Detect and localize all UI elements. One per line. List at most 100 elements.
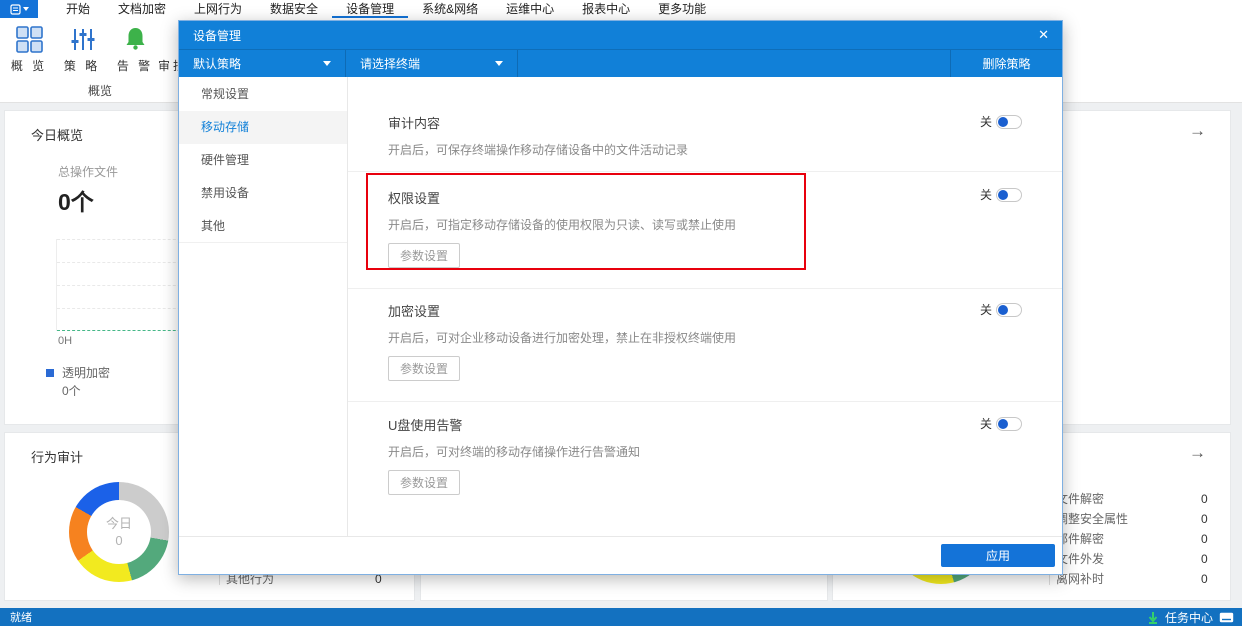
section-description: 开启后，可对终端的移动存储操作进行告警通知 (388, 445, 641, 459)
section-title: 审计内容 (388, 116, 441, 131)
row-value: 0 (1201, 571, 1208, 586)
permission-settings-toggle[interactable] (996, 187, 1022, 202)
sidebar-item-general-settings[interactable]: 常规设置 (179, 78, 347, 111)
task-center-link[interactable]: 任务中心 (1165, 609, 1213, 626)
sidebar-item-hardware-management[interactable]: 硬件管理 (179, 144, 347, 177)
list-item: 邮件解密 0 (1049, 530, 1217, 547)
section-usb-alert: U盘使用告警 开启后，可对终端的移动存储操作进行告警通知 参数设置 关 (348, 402, 1062, 515)
toggle-wrap: 关 (980, 186, 1022, 203)
toggle-state-label: 关 (979, 188, 992, 202)
chevron-down-icon (323, 61, 331, 66)
policy-dropdown[interactable]: 默认策略 (179, 50, 346, 77)
monitor-icon[interactable] (1219, 612, 1234, 623)
section-title: U盘使用告警 (388, 418, 463, 433)
sidebar-item-disabled-devices[interactable]: 禁用设备 (179, 177, 347, 210)
parameter-settings-button[interactable]: 参数设置 (388, 243, 461, 268)
menu-item-ops-center[interactable]: 运维中心 (492, 0, 568, 18)
policy-dropdown-value: 默认策略 (193, 57, 242, 71)
row-label: 文件解密 (1056, 492, 1105, 506)
ribbon-group-label: 概览 (87, 84, 112, 98)
apply-button[interactable]: 应用 (941, 544, 1055, 567)
list-item: 文件外发 0 (1049, 550, 1217, 567)
toggle-wrap: 关 (980, 301, 1022, 318)
menu-item-start[interactable]: 开始 (52, 0, 104, 18)
menu-item-more[interactable]: 更多功能 (644, 0, 720, 18)
tool-overview[interactable]: 概 览 (6, 23, 52, 74)
x-axis-tick: 0H (58, 335, 73, 347)
status-bar: 就绪 任务中心 (0, 608, 1242, 626)
chart-legend: 透明加密 (46, 364, 110, 381)
section-permission-settings: 权限设置 开启后，可指定移动存储设备的使用权限为只读、读写或禁止使用 参数设置 … (348, 172, 1062, 289)
dialog-footer: 应用 (179, 536, 1062, 574)
close-icon[interactable]: ✕ (1038, 27, 1049, 43)
legend-value: 0个 (62, 384, 81, 398)
stat-label: 总操作文件 (58, 165, 119, 179)
card-title: 行为审计 (31, 450, 84, 465)
donut-center-value: 0 (115, 533, 123, 548)
parameter-settings-button[interactable]: 参数设置 (388, 356, 461, 381)
toggle-knob (998, 189, 1008, 200)
toggle-state-label: 关 (979, 115, 992, 129)
usb-alert-toggle[interactable] (996, 416, 1022, 431)
section-description: 开启后，可指定移动存储设备的使用权限为只读、读写或禁止使用 (388, 218, 737, 232)
row-label: 文件外发 (1056, 552, 1105, 566)
dialog-sidebar: 常规设置 移动存储 硬件管理 禁用设备 其他 (179, 77, 348, 538)
app-menu-button[interactable] (0, 0, 38, 18)
device-management-dialog: 设备管理 ✕ 默认策略 请选择终端 删除策略 常规设置 移动存储 硬件管理 禁用… (178, 20, 1063, 575)
toggle-knob (998, 418, 1008, 429)
dialog-title: 设备管理 (193, 28, 242, 43)
arrow-right-icon[interactable]: → (1189, 443, 1206, 463)
menu-item-device-management[interactable]: 设备管理 (332, 0, 408, 18)
donut-center-text: 今日 0 (69, 515, 169, 549)
bell-icon (120, 23, 150, 55)
encryption-settings-toggle[interactable] (996, 302, 1022, 317)
tool-label: 概 览 (10, 59, 48, 73)
tool-label: 策 略 (63, 59, 101, 73)
section-encryption-settings: 加密设置 开启后，可对企业移动设备进行加密处理，禁止在非授权终端使用 参数设置 … (348, 289, 1062, 402)
toggle-knob (998, 116, 1008, 127)
audit-content-toggle[interactable] (996, 114, 1022, 129)
menu-item-system-network[interactable]: 系统&网络 (408, 0, 492, 18)
dialog-content: 审计内容 开启后，可保存终端操作移动存储设备中的文件活动记录 关 权限设置 开启… (348, 77, 1062, 538)
tool-alert[interactable]: 告 警 (112, 23, 158, 74)
list-item: 离网补时 0 (1049, 570, 1217, 587)
terminal-dropdown[interactable]: 请选择终端 (346, 50, 518, 77)
menu-item-doc-encryption[interactable]: 文档加密 (104, 0, 180, 18)
terminal-dropdown-value: 请选择终端 (360, 57, 421, 71)
toggle-knob (998, 304, 1008, 315)
row-label: 调整安全属性 (1056, 512, 1129, 526)
toggle-state-label: 关 (979, 303, 992, 317)
section-description: 开启后，可保存终端操作移动存储设备中的文件活动记录 (388, 143, 689, 157)
toggle-state-label: 关 (979, 417, 992, 431)
sidebar-item-removable-storage[interactable]: 移动存储 (179, 111, 347, 144)
delete-policy-button[interactable]: 删除策略 (950, 50, 1062, 77)
grid-icon (14, 23, 44, 55)
card-title: 今日概览 (31, 128, 84, 143)
menu-item-report-center[interactable]: 报表中心 (568, 0, 644, 18)
legend-swatch (46, 368, 54, 377)
window-icon (9, 3, 21, 15)
download-arrow-icon (1148, 611, 1158, 624)
section-audit-content: 审计内容 开启后，可保存终端操作移动存储设备中的文件活动记录 关 (348, 77, 1062, 172)
section-title: 加密设置 (388, 304, 441, 319)
app-window: 开始 文档加密 上网行为 数据安全 设备管理 系统&网络 运维中心 报表中心 更… (0, 0, 1242, 626)
dialog-title-bar: 设备管理 ✕ (179, 21, 1062, 49)
status-right-cluster: 任务中心 (1147, 609, 1234, 626)
menu-item-web-behavior[interactable]: 上网行为 (180, 0, 256, 18)
filter-bar-spacer (518, 50, 950, 77)
status-ready-text: 就绪 (10, 612, 32, 624)
menu-items: 开始 文档加密 上网行为 数据安全 设备管理 系统&网络 运维中心 报表中心 更… (52, 0, 720, 18)
sidebar-item-other[interactable]: 其他 (179, 210, 347, 243)
parameter-settings-button[interactable]: 参数设置 (388, 470, 461, 495)
section-description: 开启后，可对企业移动设备进行加密处理，禁止在非授权终端使用 (388, 331, 737, 345)
chevron-down-icon (495, 61, 503, 66)
tool-policy[interactable]: 策 略 (59, 23, 105, 74)
list-item: 文件解密 0 (1049, 490, 1217, 507)
row-label: 离网补时 (1056, 572, 1105, 586)
section-title: 权限设置 (388, 191, 441, 206)
menu-bar: 开始 文档加密 上网行为 数据安全 设备管理 系统&网络 运维中心 报表中心 更… (0, 0, 1242, 18)
arrow-right-icon[interactable]: → (1189, 121, 1206, 141)
menu-item-data-security[interactable]: 数据安全 (256, 0, 332, 18)
toggle-wrap: 关 (980, 415, 1022, 432)
sliders-icon (67, 23, 97, 55)
